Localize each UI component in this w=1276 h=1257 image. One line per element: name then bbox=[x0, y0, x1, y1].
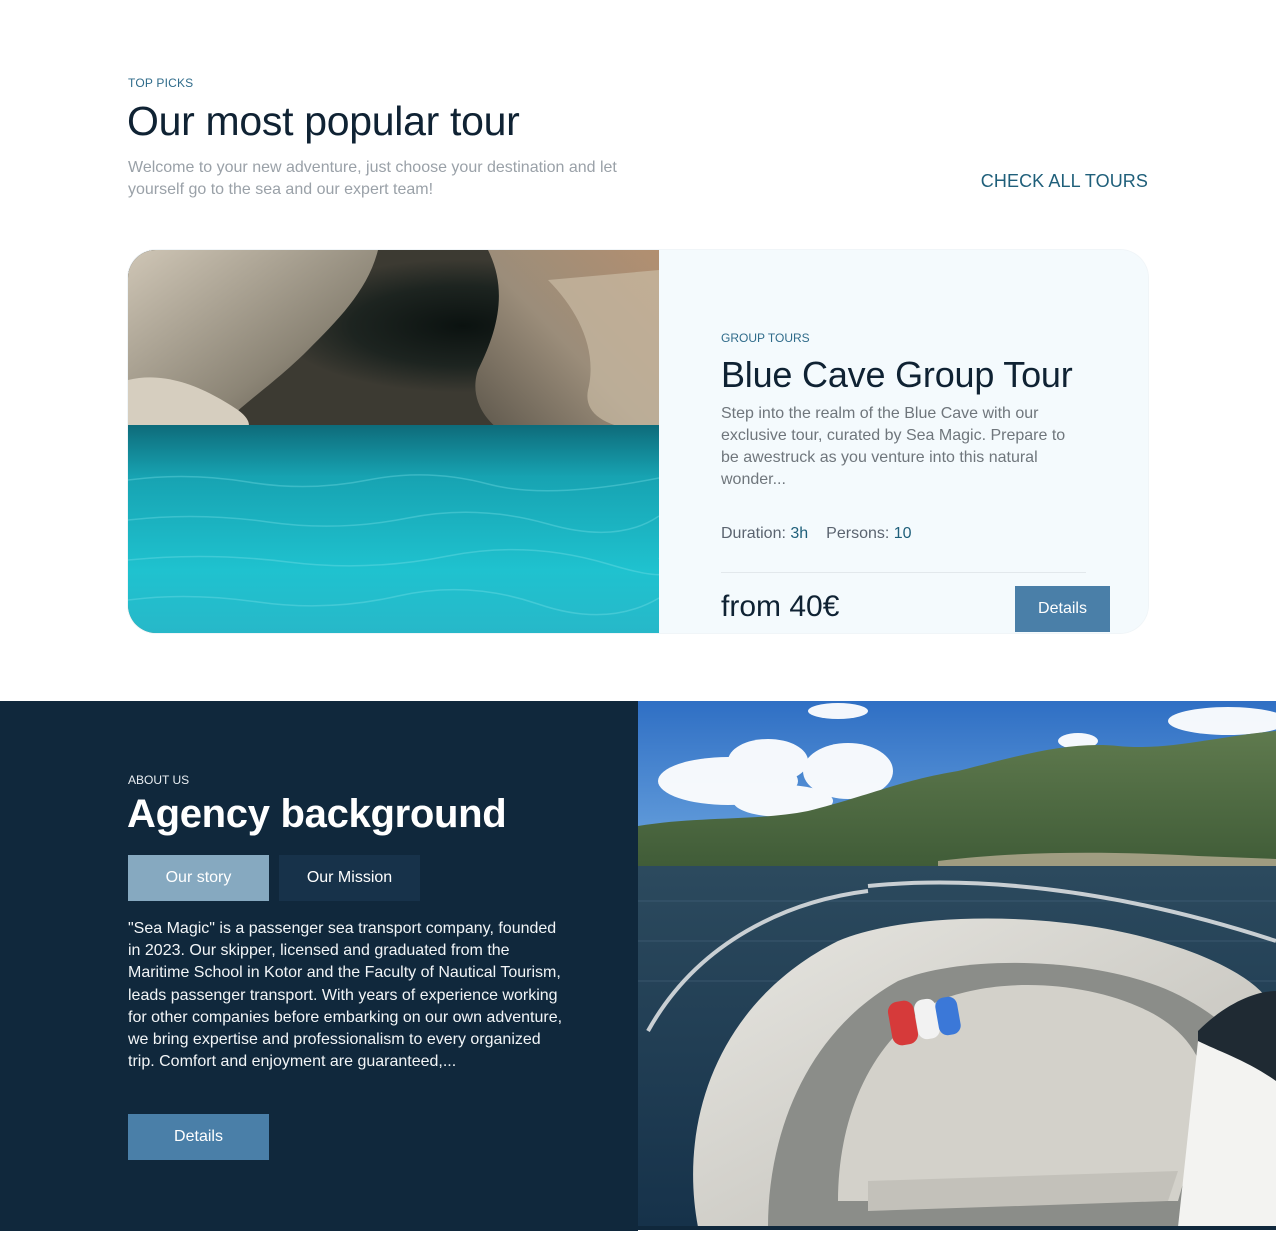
tour-category: GROUP TOURS bbox=[721, 331, 810, 345]
persons-value: 10 bbox=[893, 525, 912, 542]
tab-our-mission[interactable]: Our Mission bbox=[279, 855, 420, 901]
section-title: Our most popular tour bbox=[127, 98, 520, 144]
bottom-border bbox=[0, 1226, 1276, 1230]
tour-details-panel: GROUP TOURS Blue Cave Group Tour Step in… bbox=[659, 250, 1148, 633]
tour-description: Step into the realm of the Blue Cave wit… bbox=[721, 405, 1066, 488]
duration-value: 3h bbox=[790, 525, 809, 542]
about-details-button[interactable]: Details bbox=[128, 1114, 269, 1160]
section-eyebrow: TOP PICKS bbox=[128, 76, 194, 90]
about-eyebrow: ABOUT US bbox=[128, 773, 190, 787]
duration-label: Duration: bbox=[721, 525, 786, 542]
tour-title: Blue Cave Group Tour bbox=[721, 354, 1073, 395]
check-all-tours-link[interactable]: CHECK ALL TOURS bbox=[981, 171, 1148, 192]
duration-info: Duration: 3h bbox=[721, 525, 808, 543]
popular-tour-section: TOP PICKS Our most popular tour Welcome … bbox=[0, 0, 1276, 700]
about-section: ABOUT US Agency background Our story Our… bbox=[0, 701, 1276, 1231]
divider bbox=[721, 572, 1086, 573]
boat-bay-image bbox=[638, 701, 1276, 1227]
tour-details-button[interactable]: Details bbox=[1015, 586, 1110, 632]
tour-card: GROUP TOURS Blue Cave Group Tour Step in… bbox=[128, 250, 1148, 633]
about-title: Agency background bbox=[127, 792, 507, 836]
persons-info: Persons: 10 bbox=[826, 525, 911, 543]
about-text: "Sea Magic" is a passenger sea transport… bbox=[128, 920, 563, 1071]
blue-cave-image bbox=[128, 250, 659, 633]
about-panel: ABOUT US Agency background Our story Our… bbox=[0, 701, 638, 1231]
persons-label: Persons: bbox=[826, 525, 890, 542]
tab-our-story[interactable]: Our story bbox=[128, 855, 269, 901]
section-subtitle: Welcome to your new adventure, just choo… bbox=[128, 159, 617, 198]
tour-price: from 40€ bbox=[721, 590, 840, 623]
tour-meta: Duration: 3h Persons: 10 bbox=[721, 525, 912, 543]
